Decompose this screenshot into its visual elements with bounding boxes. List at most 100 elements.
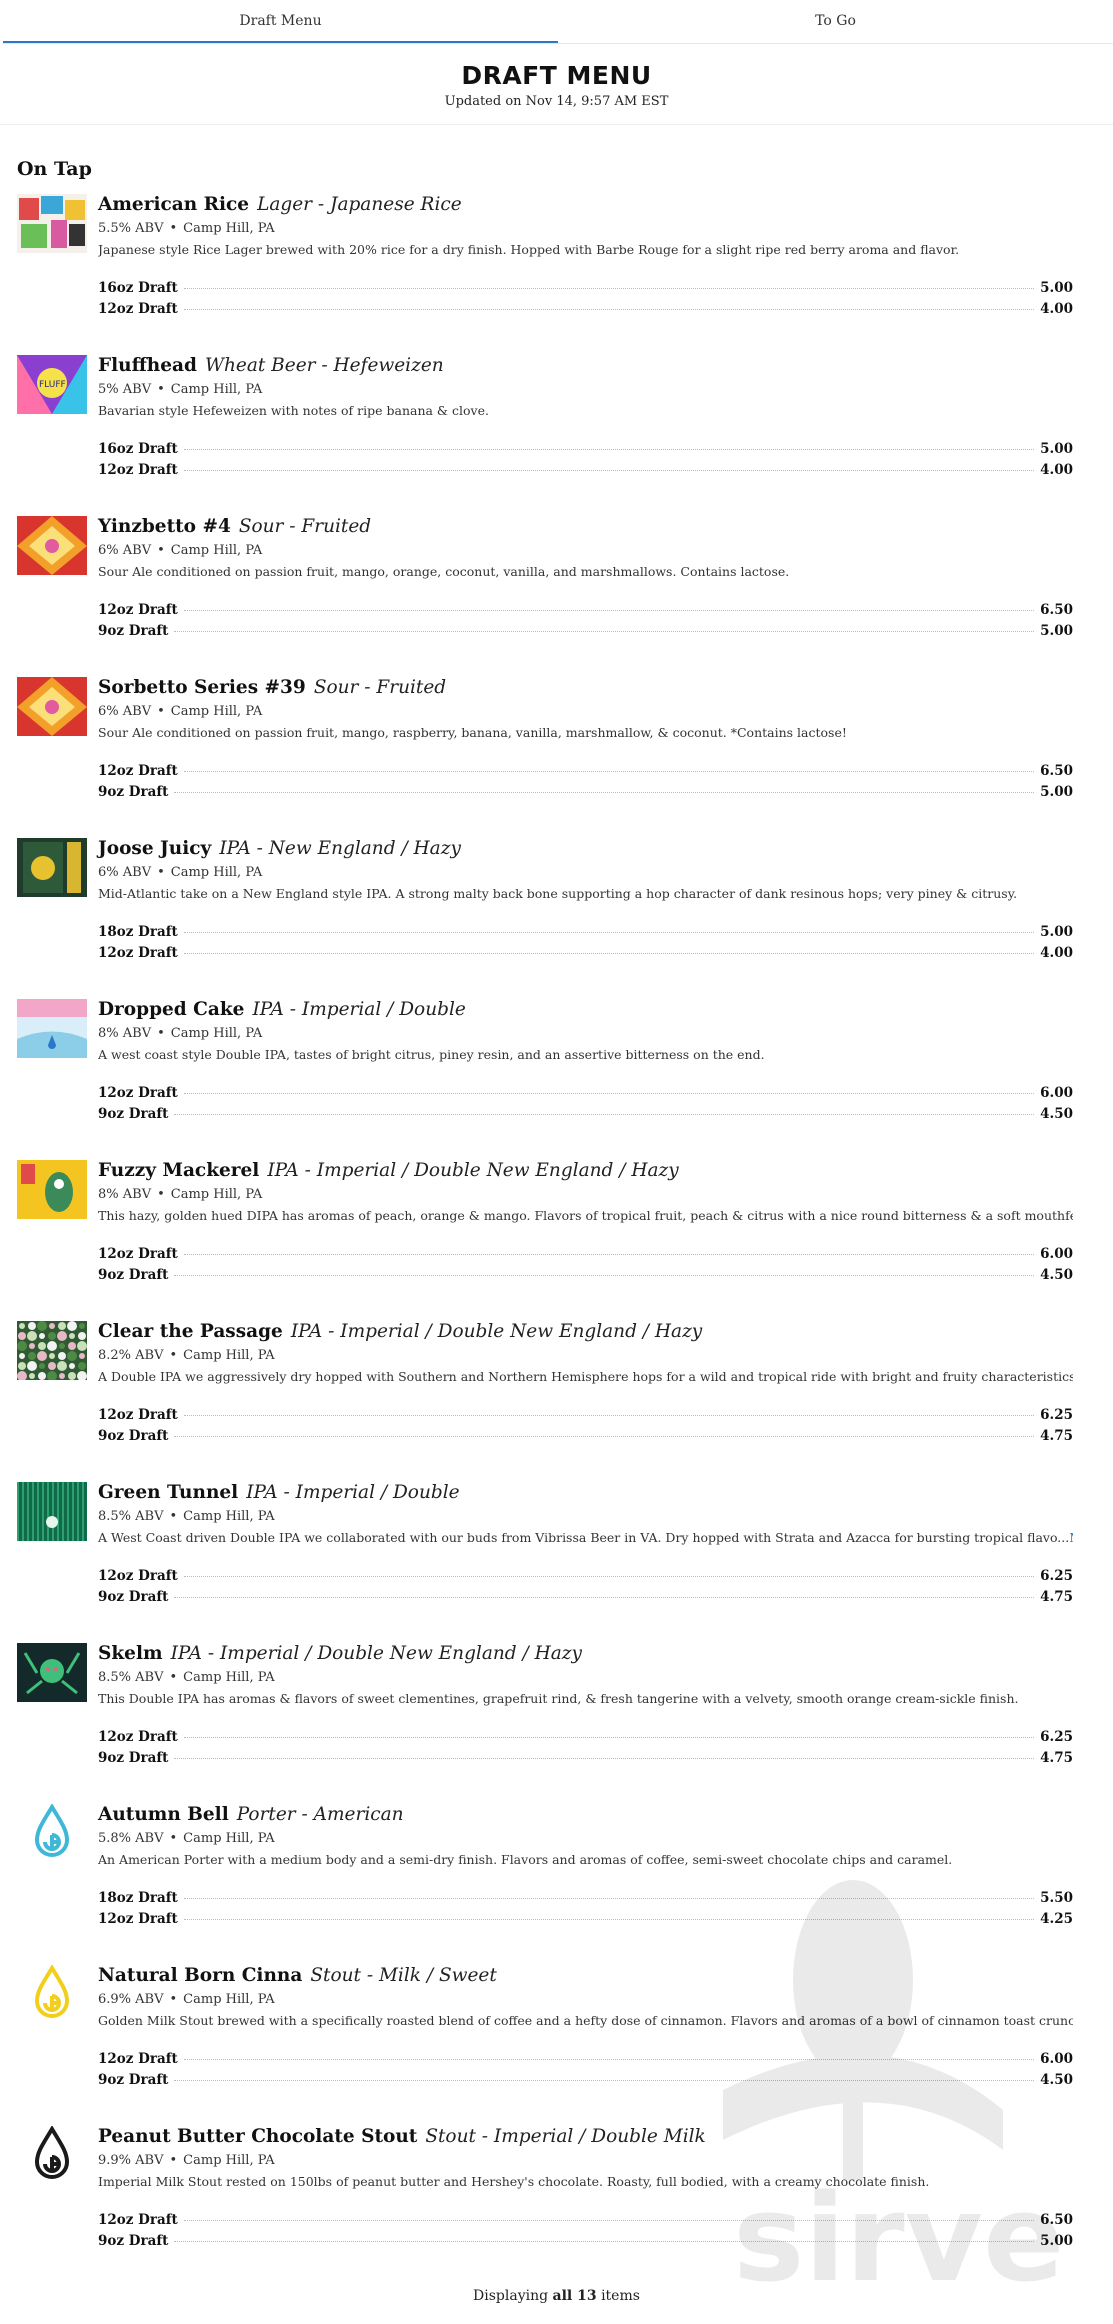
beer-name: Fluffhead (98, 355, 197, 376)
serving-size: 12oz Draft (98, 1085, 178, 1101)
serving-size: 12oz Draft (98, 1246, 178, 1262)
dotted-leader (183, 2059, 1035, 2060)
description-text: A West Coast driven Double IPA we collab… (98, 1530, 1070, 1545)
beer-name: Fuzzy Mackerel (98, 1160, 260, 1181)
abv: 6% ABV (98, 865, 152, 880)
serving-size: 12oz Draft (98, 1911, 178, 1927)
serving-size: 9oz Draft (98, 1589, 169, 1605)
brewery-location: Camp Hill, PA (170, 865, 263, 880)
menu-item[interactable]: Green Tunnel IPA - Imperial / Double 8.5% … (0, 1482, 1113, 1643)
dotted-leader (183, 1737, 1035, 1738)
beer-style: IPA - Imperial / Double (246, 1482, 460, 1503)
menu-item[interactable]: FLUFF Fluffhead Wheat Beer - Hefeweizen 5% … (0, 355, 1113, 516)
price-list: 12oz Draft 6.25 9oz Draft 4.75 (98, 1729, 1073, 1771)
beer-label-image (17, 1482, 87, 1541)
brewery-location: Camp Hill, PA (183, 1509, 275, 1524)
beer-label-image (17, 677, 87, 736)
meta-separator: • (169, 1509, 178, 1524)
abv: 5.5% ABV (98, 221, 164, 236)
dotted-leader (183, 1254, 1035, 1255)
menu-item[interactable]: Autumn Bell Porter - American 5.8% ABV • Cam… (0, 1804, 1113, 1965)
menu-item[interactable]: Dropped Cake IPA - Imperial / Double 8% AB… (0, 999, 1113, 1160)
menu-item[interactable]: Clear the Passage IPA - Imperial / Double… (0, 1321, 1113, 1482)
beer-label-image (17, 1321, 87, 1380)
beer-name: Natural Born Cinna (98, 1965, 303, 1986)
dotted-leader (174, 1758, 1035, 1759)
price: 4.75 (1040, 1750, 1073, 1766)
serving-size: 9oz Draft (98, 1267, 169, 1283)
price-row: 12oz Draft 6.25 (98, 1407, 1073, 1428)
price-list: 12oz Draft 6.50 9oz Draft 5.00 (98, 2212, 1073, 2254)
item-title-line: Clear the Passage IPA - Imperial / Double… (98, 1321, 1073, 1343)
item-body: American Rice Lager - Japanese Rice 5.5% A… (98, 194, 1073, 317)
brewery-location: Camp Hill, PA (170, 382, 263, 397)
price-list: 16oz Draft 5.00 12oz Draft 4.00 (98, 280, 1073, 322)
price: 4.75 (1040, 1428, 1073, 1444)
dotted-leader (174, 631, 1035, 632)
beer-label-image (17, 516, 87, 575)
price-row: 12oz Draft 6.25 (98, 1729, 1073, 1750)
price: 5.00 (1040, 784, 1073, 800)
beer-label-image (17, 838, 87, 897)
serving-size: 16oz Draft (98, 441, 178, 457)
menu-item[interactable]: American Rice Lager - Japanese Rice 5.5% A… (0, 194, 1113, 355)
tab-to-go[interactable]: To Go (558, 0, 1113, 43)
beer-meta: 5.8% ABV • Camp Hill, PA (98, 1831, 1073, 1846)
beer-name: Dropped Cake (98, 999, 245, 1020)
menu-item[interactable]: Sorbetto Series #39 Sour - Fruited 6% ABV •… (0, 677, 1113, 838)
brewery-location: Camp Hill, PA (183, 221, 275, 236)
serving-size: 12oz Draft (98, 1407, 178, 1423)
beer-label-image (17, 2126, 87, 2185)
meta-separator: • (169, 1992, 178, 2007)
dotted-leader (174, 1275, 1035, 1276)
abv: 8.5% ABV (98, 1509, 164, 1524)
beer-meta: 6.9% ABV • Camp Hill, PA (98, 1992, 1073, 2007)
meta-separator: • (169, 221, 178, 236)
beer-description: Golden Milk Stout brewed with a specific… (98, 2013, 1073, 2028)
description-text: An American Porter with a medium body an… (98, 1852, 953, 1867)
menu-item[interactable]: Natural Born Cinna Stout - Milk / Sweet 6.… (0, 1965, 1113, 2126)
beer-style: Stout - Milk / Sweet (310, 1965, 497, 1986)
menu-item[interactable]: Peanut Butter Chocolate Stout Stout - Imp… (0, 2126, 1113, 2287)
beer-meta: 8% ABV • Camp Hill, PA (98, 1187, 1073, 1202)
description-text: This Double IPA has aromas & flavors of … (98, 1691, 1019, 1706)
price: 6.25 (1040, 1407, 1073, 1423)
item-title-line: Yinzbetto #4 Sour - Fruited (98, 516, 1073, 538)
more-info-link[interactable]: More Info › (1069, 1530, 1073, 1545)
item-body: Fluffhead Wheat Beer - Hefeweizen 5% ABV • C… (98, 355, 1073, 478)
menu-item[interactable]: Fuzzy Mackerel IPA - Imperial / Double Ne… (0, 1160, 1113, 1321)
beer-style: Stout - Imperial / Double Milk (425, 2126, 706, 2147)
price: 4.50 (1040, 2072, 1073, 2088)
price-list: 18oz Draft 5.00 12oz Draft 4.00 (98, 924, 1073, 966)
dotted-leader (174, 1114, 1035, 1115)
serving-size: 12oz Draft (98, 945, 178, 961)
beer-description: This Double IPA has aromas & flavors of … (98, 1691, 1073, 1706)
menu-item[interactable]: Yinzbetto #4 Sour - Fruited 6% ABV • Camp Hi… (0, 516, 1113, 677)
beer-label-image (17, 194, 87, 253)
abv: 9.9% ABV (98, 2153, 164, 2168)
price: 4.50 (1040, 1267, 1073, 1283)
beer-description: Bavarian style Hefeweizen with notes of … (98, 403, 1073, 418)
menu-item[interactable]: Skelm IPA - Imperial / Double New England… (0, 1643, 1113, 1804)
price-row: 18oz Draft 5.00 (98, 924, 1073, 945)
menu-item[interactable]: Joose Juicy IPA - New England / Hazy 6% AB… (0, 838, 1113, 999)
price-row: 12oz Draft 6.00 (98, 2051, 1073, 2072)
abv: 8% ABV (98, 1187, 152, 1202)
description-text: Mid-Atlantic take on a New England style… (98, 886, 1018, 901)
beer-style: IPA - Imperial / Double New England / Ha… (170, 1643, 582, 1664)
tab-draft-menu[interactable]: Draft Menu (3, 0, 558, 43)
beer-style: IPA - Imperial / Double New England / Ha… (267, 1160, 679, 1181)
price-row: 16oz Draft 5.00 (98, 441, 1073, 462)
meta-separator: • (169, 1670, 178, 1685)
meta-separator: • (157, 1187, 165, 1202)
beer-name: Skelm (98, 1643, 163, 1664)
price-row: 12oz Draft 6.50 (98, 763, 1073, 784)
item-title-line: Fluffhead Wheat Beer - Hefeweizen (98, 355, 1073, 377)
meta-separator: • (157, 1026, 165, 1041)
serving-size: 9oz Draft (98, 2072, 169, 2088)
meta-separator: • (169, 1348, 178, 1363)
beer-label-image (17, 1160, 87, 1219)
serving-size: 12oz Draft (98, 2051, 178, 2067)
beer-label-image (17, 1643, 87, 1702)
dotted-leader (183, 309, 1035, 310)
